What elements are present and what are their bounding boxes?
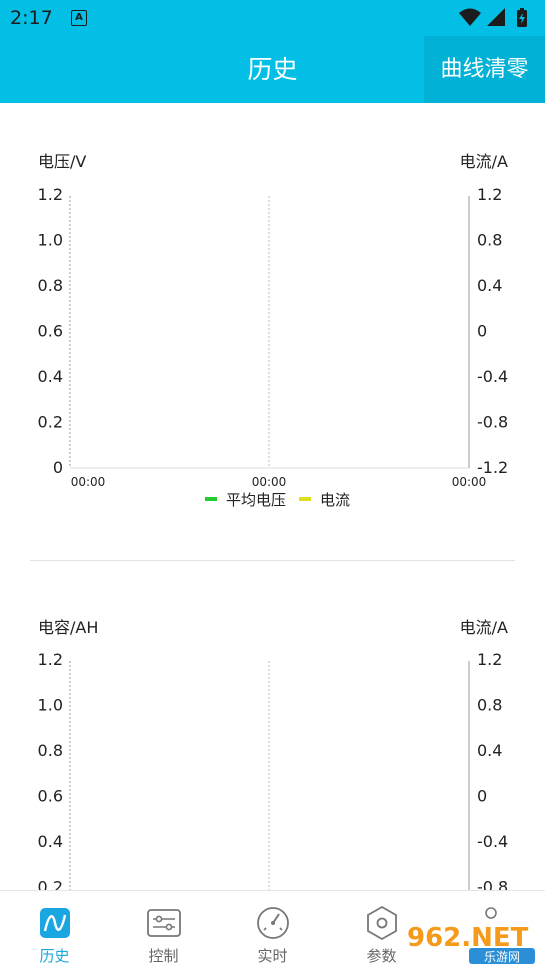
y-tick-label-right: 0.4: [477, 741, 502, 760]
y-tick-label-left: 0.8: [38, 276, 63, 295]
sliders-icon: [147, 909, 181, 937]
legend-label-current: 电流: [320, 491, 350, 509]
voltage-current-chart-svg: 电压/V 电流/A 1.2 1.0 0.8 0.6 0.4 0.2 0 1.2 0.8 0.4 0…: [38, 152, 509, 509]
x-tick-label: 00:00: [71, 475, 106, 489]
nav-label: 历史: [39, 947, 70, 965]
hexagon-nut-icon: [367, 905, 397, 941]
y-tick-label-left: 1.0: [38, 231, 63, 250]
x-tick-label: 00:00: [252, 475, 287, 489]
chart-divider: [30, 560, 515, 561]
history-curve-icon: [40, 908, 70, 938]
y-axis-left-label: 电压/V: [38, 152, 86, 171]
app-bar: 历史 曲线清零: [0, 36, 545, 103]
gauge-icon: [257, 907, 289, 939]
app-notification-icon: A: [71, 10, 87, 26]
capacity-current-chart-svg: 电容/AH 电流/A 1.2 1.0 0.8 0.6 0.4 0.2 1.2 0.8 0.4 0…: [38, 618, 508, 891]
y-tick-label-left: 0.2: [38, 878, 63, 891]
chart-legend: 平均电压 电流: [205, 491, 350, 509]
y-tick-label-left: 0.2: [38, 413, 63, 432]
watermark-sub: 乐游网: [484, 950, 520, 964]
nav-item-history[interactable]: 历史: [0, 891, 109, 969]
y-tick-label-left: 0.6: [38, 787, 63, 806]
y-tick-label-right: -0.8: [477, 878, 508, 891]
y-tick-label-left: 0.4: [38, 832, 63, 851]
nav-label: 实时: [257, 947, 288, 965]
clear-curve-button[interactable]: 曲线清零: [424, 36, 545, 103]
y-tick-label-left: 0: [53, 458, 63, 477]
y-tick-label-right: 1.2: [477, 650, 502, 669]
site-watermark: 962.NET 乐游网: [399, 920, 539, 964]
legend-swatch-current: [299, 497, 311, 501]
y-tick-label-right: -0.8: [477, 413, 508, 432]
battery-charging-icon: [517, 8, 527, 27]
y-tick-label-right: 0: [477, 322, 487, 341]
system-status-icons: [459, 8, 527, 27]
watermark-logo: 962.NET 乐游网: [399, 920, 539, 964]
y-tick-label-right: 0.8: [477, 696, 502, 715]
status-bar: 2:17 A: [0, 0, 545, 36]
y-tick-label-left: 0.4: [38, 367, 63, 386]
legend-label-avg-voltage: 平均电压: [226, 491, 286, 509]
cellular-signal-icon: [487, 8, 505, 26]
nav-label: 控制: [148, 947, 179, 965]
x-tick-label: 00:00: [452, 475, 487, 489]
y-tick-label-left: 0.8: [38, 741, 63, 760]
legend-swatch-avg-voltage: [205, 497, 217, 501]
y-tick-label-right: -0.4: [477, 367, 508, 386]
y-tick-label-right: -0.4: [477, 832, 508, 851]
nav-item-realtime[interactable]: 实时: [218, 891, 327, 969]
nav-item-control[interactable]: 控制: [109, 891, 218, 969]
y-tick-label-left: 1.2: [38, 650, 63, 669]
y-tick-label-right: 1.2: [477, 185, 502, 204]
y-tick-label-left: 1.0: [38, 696, 63, 715]
y-tick-label-right: 0.4: [477, 276, 502, 295]
y-tick-label-right: 0: [477, 787, 487, 806]
voltage-current-chart: 电压/V 电流/A 1.2 1.0 0.8 0.6 0.4 0.2 0 1.2 0.8 0.4 0…: [0, 103, 545, 558]
wifi-icon: [459, 8, 481, 26]
y-axis-right-label: 电流/A: [460, 152, 508, 171]
y-tick-label-left: 0.6: [38, 322, 63, 341]
y-tick-label-left: 1.2: [38, 185, 63, 204]
capacity-current-chart: 电容/AH 电流/A 1.2 1.0 0.8 0.6 0.4 0.2 1.2 0.8 0.4 0…: [0, 568, 545, 890]
status-time: 2:17: [10, 7, 53, 29]
y-axis-right-label: 电流/A: [460, 618, 508, 637]
y-axis-left-label: 电容/AH: [38, 618, 98, 637]
y-tick-label-right: 0.8: [477, 231, 502, 250]
